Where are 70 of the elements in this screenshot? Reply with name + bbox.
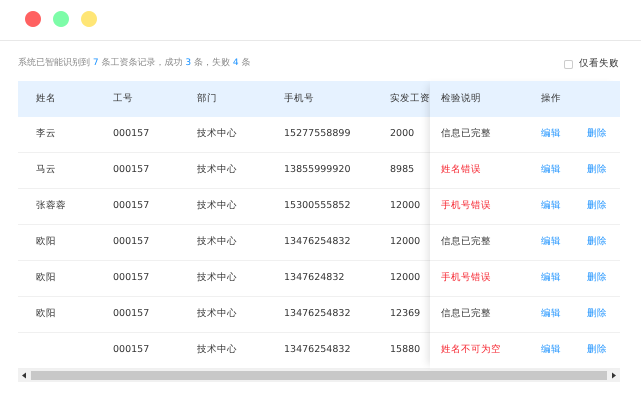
table-cell-text: 技术中心 [197,343,238,358]
table-cell-text: 000157 [113,235,150,250]
delete-link[interactable]: 删除 [587,128,607,140]
table-cell-text: 马云 [35,163,57,178]
table-cell-text: 000157 [113,163,150,178]
checkbox[interactable] [564,60,573,69]
table-cell-text: 000157 [113,343,150,358]
table-cell-text: 技术中心 [197,307,238,322]
status-text: 手机号错误 [440,199,492,214]
summary-text: 系统已智能识别到 7 条工资条记录，成功 3 条，失败 4 条 [18,57,250,70]
column-header: 检验说明 [440,92,482,106]
window-button[interactable] [53,11,69,27]
status-text: 信息已完整 [440,127,492,142]
delete-link[interactable]: 删除 [587,200,607,212]
table-cell-text: 13855999920 [284,163,352,178]
window-button[interactable] [81,11,97,27]
delete-link[interactable]: 删除 [587,272,607,284]
table-cell-text: 13476254832 [284,307,352,322]
table-cell-text: 欧阳 [35,235,57,250]
delete-link[interactable]: 删除 [587,308,607,320]
checkbox-label[interactable]: 仅看失败 [579,57,619,72]
table-cell-text: 12369 [390,307,422,322]
status-text: 姓名错误 [440,163,482,178]
table-cell-text: 13476254832 [284,343,352,358]
table-cell-text: 技术中心 [197,163,238,178]
table-cell-text: 13476254832 [284,235,352,250]
edit-link[interactable]: 编辑 [541,200,561,212]
column-header: 实发工资 [390,92,430,106]
table-cell-text: 12000 [390,271,422,286]
column-header: 部门 [197,92,218,106]
scrollbar-thumb[interactable] [31,371,607,380]
table-cell-text: 技术中心 [197,199,238,214]
delete-link[interactable]: 删除 [587,164,607,176]
table-cell-text: 000157 [113,127,150,142]
column-header: 手机号 [284,92,315,106]
table-cell-text: 张蓉蓉 [35,199,67,214]
status-text: 姓名不可为空 [440,343,502,358]
table-cell-text: 000157 [113,307,150,322]
delete-link[interactable]: 删除 [587,236,607,248]
edit-link[interactable]: 编辑 [541,344,561,356]
status-text: 信息已完整 [440,235,492,250]
table-cell-text: 1347624832 [284,271,346,286]
table-cell-text: 李云 [35,127,57,142]
table-cell-text: 12000 [390,235,422,250]
edit-link[interactable]: 编辑 [541,236,561,248]
table-cell-text: 12000 [390,199,422,214]
table-cell-text: 2000 [390,127,416,142]
table-cell-text: 欧阳 [35,307,57,322]
window-button[interactable] [25,11,41,27]
column-header: 操作 [541,92,562,106]
table-cell-text: 15880 [390,343,422,358]
status-text: 信息已完整 [440,307,492,322]
edit-link[interactable]: 编辑 [541,272,561,284]
edit-link[interactable]: 编辑 [541,164,561,176]
column-header: 工号 [113,92,134,106]
table-cell-text: 技术中心 [197,271,238,286]
table-cell-text: 15300555852 [284,199,352,214]
table-cell-text: 15277558899 [284,127,352,142]
edit-link[interactable]: 编辑 [541,308,561,320]
status-text: 手机号错误 [440,271,492,286]
table-cell-text: 欧阳 [35,271,57,286]
table-cell-text: 技术中心 [197,235,238,250]
table-cell-text: 8985 [390,163,416,178]
delete-link[interactable]: 删除 [587,344,607,356]
edit-link[interactable]: 编辑 [541,128,561,140]
table-cell-text: 000157 [113,199,150,214]
column-header: 姓名 [35,92,57,106]
table-cell-text: 技术中心 [197,127,238,142]
horizontal-scrollbar[interactable] [18,369,620,382]
table-cell-text: 000157 [113,271,150,286]
